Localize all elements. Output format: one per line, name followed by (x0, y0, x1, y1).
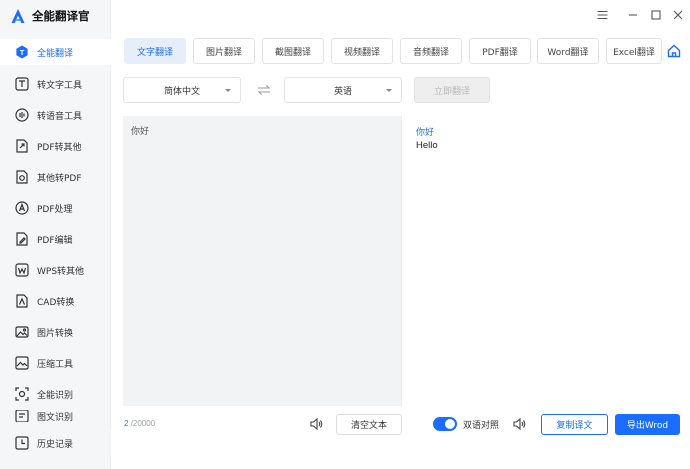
to-pdf-icon (14, 170, 29, 185)
sidebar-item-label: 转文字工具 (37, 80, 83, 91)
sidebar-item-label: 其他转PDF (37, 173, 82, 184)
wps-icon (14, 263, 29, 278)
sidebar-item-label: PDF编辑 (37, 235, 73, 246)
sidebar-item-label: 全能识别 (37, 390, 74, 401)
speech-icon (14, 108, 29, 123)
copy-translation-button[interactable]: 复制译文 (541, 414, 608, 435)
sidebar-item-image-convert[interactable]: 图片转换 (0, 319, 111, 345)
export-word-button[interactable]: 导出Wrod (615, 414, 680, 435)
tab-text-translate[interactable]: 文字翻译 (124, 38, 186, 64)
sidebar-item-text-tools[interactable]: 转文字工具 (0, 71, 111, 97)
pdf-edit-icon (14, 232, 29, 247)
toggle-knob (445, 419, 455, 429)
pdf-convert-icon (14, 139, 29, 154)
sidebar-item-compress[interactable]: 压缩工具 (0, 350, 111, 376)
compress-icon (14, 356, 29, 371)
close-icon[interactable] (672, 9, 684, 21)
source-language-select[interactable]: 简体中文 (123, 77, 241, 103)
sidebar-item-speech-tools[interactable]: 转语音工具 (0, 102, 111, 128)
ocr-icon (14, 410, 29, 422)
sidebar: 全能翻译官 T 全能翻译 转文字工具 转语音工具 PDF转其他 其他转PDF P… (0, 0, 111, 469)
target-language-select[interactable]: 英语 (284, 77, 402, 103)
sidebar-item-wps-to-other[interactable]: WPS转其他 (0, 257, 111, 283)
sidebar-item-label: PDF处理 (37, 204, 73, 215)
sidebar-item-translate[interactable]: T 全能翻译 (0, 39, 111, 65)
source-text-area[interactable]: 你好 (123, 116, 401, 406)
sidebar-item-label: PDF转其他 (37, 142, 82, 153)
translate-icon: T (14, 45, 29, 60)
sidebar-item-other-to-pdf[interactable]: 其他转PDF (0, 164, 111, 190)
sidebar-item-history[interactable]: 历史记录 (0, 430, 111, 456)
tab-audio-translate[interactable]: 音频翻译 (400, 38, 462, 64)
speaker-icon[interactable] (512, 417, 526, 431)
app-title: 全能翻译官 (32, 9, 90, 23)
sidebar-item-pdf-process[interactable]: PDF处理 (0, 195, 111, 221)
tab-image-translate[interactable]: 图片翻译 (193, 38, 255, 64)
text-convert-icon (14, 77, 29, 92)
sidebar-item-label: 图片转换 (37, 328, 74, 339)
bilingual-label: 双语对照 (463, 421, 500, 431)
sidebar-item-cad-convert[interactable]: CAD转换 (0, 288, 111, 314)
sidebar-item-recognize[interactable]: 全能识别 (0, 381, 111, 407)
cad-icon (14, 294, 29, 309)
tab-excel-translate[interactable]: Excel翻译 (606, 38, 662, 64)
speaker-icon[interactable] (309, 417, 323, 431)
menu-icon[interactable] (596, 9, 608, 21)
tab-pdf-translate[interactable]: PDF翻译 (469, 38, 531, 64)
tab-word-translate[interactable]: Word翻译 (537, 38, 599, 64)
target-language-value: 英语 (333, 86, 352, 97)
maximize-icon[interactable] (650, 9, 662, 21)
chevron-down-icon (225, 89, 231, 92)
brand: 全能翻译官 (10, 7, 90, 25)
sidebar-item-ocr[interactable]: 图文识别 (0, 410, 111, 422)
character-count-max: /20000 (130, 419, 156, 428)
sidebar-item-label: 全能翻译 (37, 48, 74, 59)
sidebar-item-pdf-to-other[interactable]: PDF转其他 (0, 133, 111, 159)
app-logo-icon (11, 9, 25, 23)
tab-screenshot-translate[interactable]: 截图翻译 (262, 38, 324, 64)
character-count: 2 /20000 (124, 419, 155, 428)
result-translation: Hello (416, 140, 438, 151)
pdf-process-icon (14, 201, 29, 216)
recognize-icon (14, 387, 29, 402)
character-count-current: 2 (124, 419, 129, 428)
minimize-icon[interactable] (627, 9, 639, 21)
source-language-value: 简体中文 (163, 86, 200, 97)
history-icon (14, 436, 29, 451)
translate-now-button[interactable]: 立即翻译 (414, 77, 490, 103)
source-text: 你好 (131, 127, 150, 137)
svg-text:T: T (19, 48, 24, 57)
home-icon[interactable] (667, 44, 681, 58)
sidebar-item-label: CAD转换 (37, 297, 75, 308)
result-source-echo: 你好 (416, 128, 435, 138)
bilingual-toggle[interactable] (433, 417, 457, 431)
sidebar-item-label: 历史记录 (37, 439, 74, 450)
sidebar-item-label: 图文识别 (37, 412, 74, 423)
sidebar-item-label: 压缩工具 (37, 359, 74, 370)
translation-result-area: 你好 Hello (401, 116, 680, 406)
sidebar-item-label: 转语音工具 (37, 111, 83, 122)
chevron-down-icon (386, 89, 392, 92)
tab-video-translate[interactable]: 视频翻译 (331, 38, 393, 64)
clear-text-button[interactable]: 清空文本 (336, 414, 402, 435)
swap-languages-icon[interactable] (257, 84, 271, 96)
sidebar-item-pdf-edit[interactable]: PDF编辑 (0, 226, 111, 252)
image-icon (14, 325, 29, 340)
sidebar-item-label: WPS转其他 (37, 266, 85, 277)
